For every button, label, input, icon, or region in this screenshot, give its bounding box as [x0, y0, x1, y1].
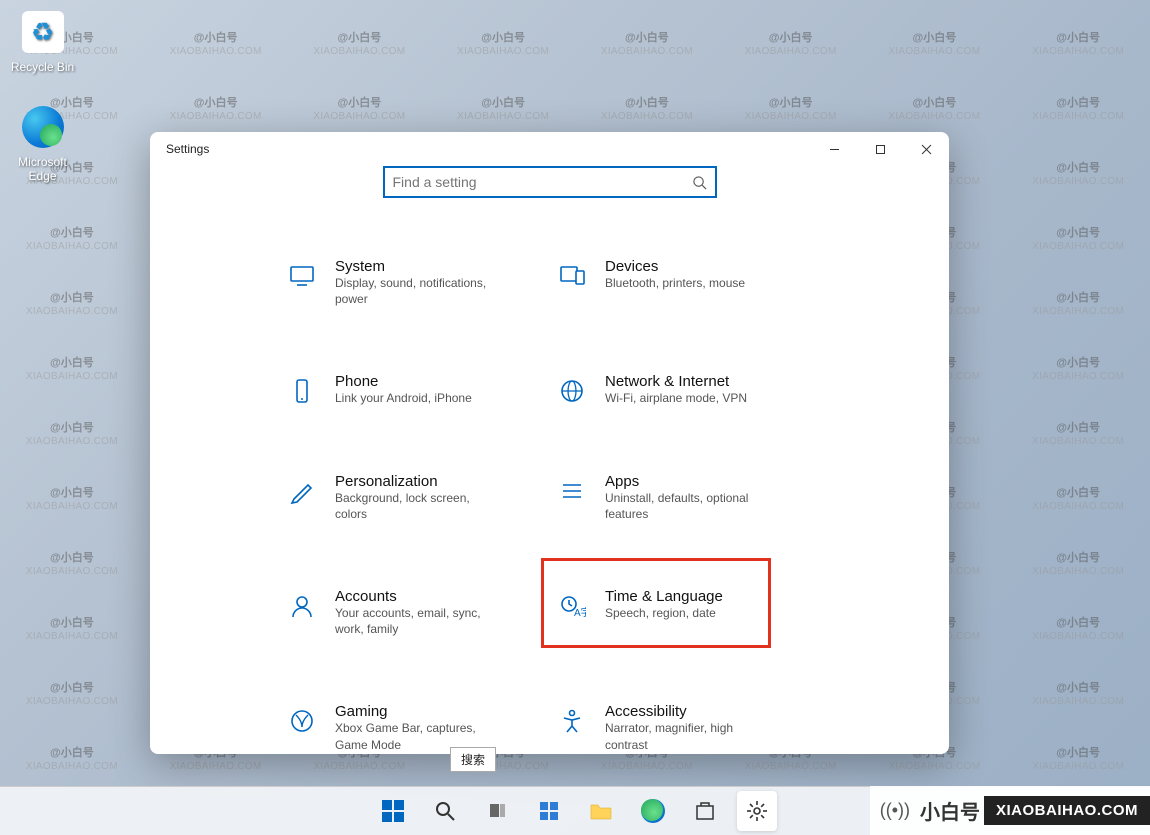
category-title: Accessibility — [605, 703, 775, 720]
search-icon — [692, 175, 707, 190]
category-apps[interactable]: AppsUninstall, defaults, optional featur… — [555, 469, 795, 526]
recycle-bin-icon: ♻ — [19, 8, 67, 56]
tray-domain: XIAOBAIHAO.COM — [984, 796, 1150, 825]
search-tooltip: 搜索 — [450, 747, 496, 772]
accessibility-icon — [557, 706, 587, 736]
store-icon — [694, 800, 716, 822]
desktop-icon-edge[interactable]: Microsoft Edge — [5, 103, 80, 183]
category-desc: Bluetooth, printers, mouse — [605, 275, 745, 291]
network-icon — [557, 376, 587, 406]
category-time[interactable]: A字 Time & LanguageSpeech, region, date — [555, 584, 795, 641]
category-title: Network & Internet — [605, 373, 747, 390]
settings-categories: SystemDisplay, sound, notifications, pow… — [150, 214, 949, 754]
category-title: Phone — [335, 373, 472, 390]
microsoft-store-button[interactable] — [685, 791, 725, 831]
system-icon — [287, 261, 317, 291]
time-icon: A字 — [557, 591, 587, 621]
desktop-icon-recycle-bin[interactable]: ♻ Recycle Bin — [5, 8, 80, 74]
category-title: Time & Language — [605, 588, 723, 605]
category-title: Personalization — [335, 473, 505, 490]
category-title: Devices — [605, 258, 745, 275]
edge-icon — [19, 103, 67, 151]
category-desc: Link your Android, iPhone — [335, 390, 472, 406]
gaming-icon — [287, 706, 317, 736]
category-title: Gaming — [335, 703, 505, 720]
edge-label: Microsoft Edge — [5, 155, 80, 183]
maximize-button[interactable] — [857, 132, 903, 166]
phone-icon — [287, 376, 317, 406]
accounts-icon — [287, 591, 317, 621]
file-explorer-button[interactable] — [581, 791, 621, 831]
category-desc: Speech, region, date — [605, 605, 723, 621]
category-desc: Wi-Fi, airplane mode, VPN — [605, 390, 747, 406]
category-desc: Background, lock screen, colors — [335, 490, 505, 522]
start-button[interactable] — [373, 791, 413, 831]
taskbar-edge-button[interactable] — [633, 791, 673, 831]
titlebar: Settings — [150, 132, 949, 166]
category-title: Apps — [605, 473, 775, 490]
category-accessibility[interactable]: AccessibilityNarrator, magnifier, high c… — [555, 699, 795, 754]
tray-watermark: ((•)) 小白号 XIAOBAIHAO.COM — [870, 786, 1150, 835]
category-desc: Narrator, magnifier, high contrast — [605, 720, 775, 752]
settings-search[interactable] — [383, 166, 717, 198]
window-title: Settings — [166, 142, 209, 156]
category-title: Accounts — [335, 588, 505, 605]
search-icon — [434, 800, 456, 822]
taskbar-search-button[interactable] — [425, 791, 465, 831]
personalization-icon — [287, 476, 317, 506]
gear-icon — [746, 800, 768, 822]
taskbar-settings-button[interactable] — [737, 791, 777, 831]
task-view-icon — [486, 800, 508, 822]
recycle-bin-label: Recycle Bin — [5, 60, 80, 74]
minimize-button[interactable] — [811, 132, 857, 166]
category-accounts[interactable]: AccountsYour accounts, email, sync, work… — [285, 584, 525, 641]
category-phone[interactable]: PhoneLink your Android, iPhone — [285, 369, 525, 410]
close-button[interactable] — [903, 132, 949, 166]
devices-icon — [557, 261, 587, 291]
broadcast-icon: ((•)) — [870, 800, 920, 821]
settings-window: Settings SystemDisplay, sound, notificat… — [150, 132, 949, 754]
category-network[interactable]: Network & InternetWi-Fi, airplane mode, … — [555, 369, 795, 410]
task-view-button[interactable] — [477, 791, 517, 831]
category-gaming[interactable]: GamingXbox Game Bar, captures, Game Mode — [285, 699, 525, 754]
category-personalization[interactable]: PersonalizationBackground, lock screen, … — [285, 469, 525, 526]
search-input[interactable] — [385, 174, 715, 190]
maximize-icon — [875, 144, 886, 155]
category-desc: Uninstall, defaults, optional features — [605, 490, 775, 522]
folder-icon — [589, 800, 613, 822]
apps-icon — [557, 476, 587, 506]
category-desc: Display, sound, notifications, power — [335, 275, 505, 307]
close-icon — [921, 144, 932, 155]
category-title: System — [335, 258, 505, 275]
minimize-icon — [829, 144, 840, 155]
category-desc: Your accounts, email, sync, work, family — [335, 605, 505, 637]
category-devices[interactable]: DevicesBluetooth, printers, mouse — [555, 254, 795, 311]
category-system[interactable]: SystemDisplay, sound, notifications, pow… — [285, 254, 525, 311]
widgets-button[interactable] — [529, 791, 569, 831]
svg-text:A字: A字 — [574, 606, 586, 619]
widgets-icon — [538, 800, 560, 822]
tray-brand: 小白号 — [920, 796, 984, 825]
